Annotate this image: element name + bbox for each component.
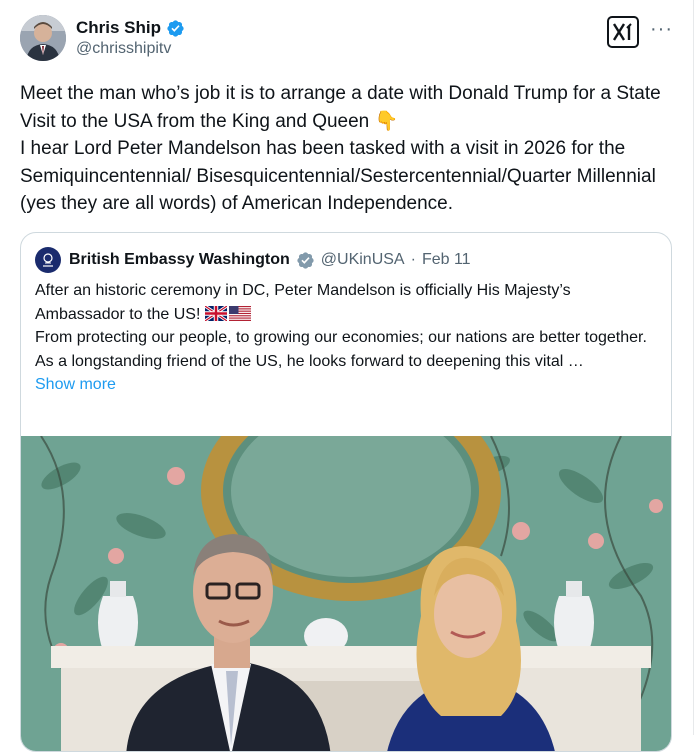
quoted-author-handle[interactable]: @UKinUSA (321, 251, 405, 269)
author-handle[interactable]: @chrisshipitv (76, 40, 185, 58)
quoted-post-date[interactable]: Feb 11 (422, 251, 471, 269)
xi-logo-icon[interactable] (607, 16, 639, 48)
quoted-post-header: British Embassy Washington @UKinUSA · Fe… (35, 247, 471, 273)
quoted-text-line: After an historic ceremony in DC, Peter … (35, 282, 571, 323)
quoted-text-line: From protecting our people, to growing o… (35, 329, 647, 346)
uk-flag-icon (204, 304, 228, 322)
quoted-post-photo[interactable] (21, 436, 671, 751)
quoted-post-text: After an historic ceremony in DC, Peter … (35, 279, 659, 397)
verified-badge-icon (296, 251, 315, 270)
quoted-post[interactable]: British Embassy Washington @UKinUSA · Fe… (20, 232, 672, 752)
more-icon[interactable]: ··· (650, 18, 673, 41)
quoted-text-line: As a longstanding friend of the US, he l… (35, 352, 584, 370)
quoted-author-name[interactable]: British Embassy Washington (69, 251, 290, 269)
us-flag-icon (228, 305, 251, 321)
pointing-down-icon: 👇 (374, 110, 399, 132)
author-name[interactable]: Chris Ship (76, 18, 161, 38)
post-text-line: Meet the man who’s job it is to arrange … (20, 83, 661, 132)
post-card: Chris Ship @chrisshipitv ··· Meet the ma… (0, 0, 694, 752)
verified-badge-icon (166, 19, 185, 38)
post-text-line: I hear Lord Peter Mandelson has been tas… (20, 138, 656, 214)
show-more-link[interactable]: Show more (35, 376, 116, 393)
author-block: Chris Ship @chrisshipitv (76, 16, 185, 58)
post-text: Meet the man who’s job it is to arrange … (20, 80, 680, 218)
embassy-avatar[interactable] (35, 247, 61, 273)
author-avatar[interactable] (20, 15, 66, 61)
separator: · (410, 251, 416, 268)
